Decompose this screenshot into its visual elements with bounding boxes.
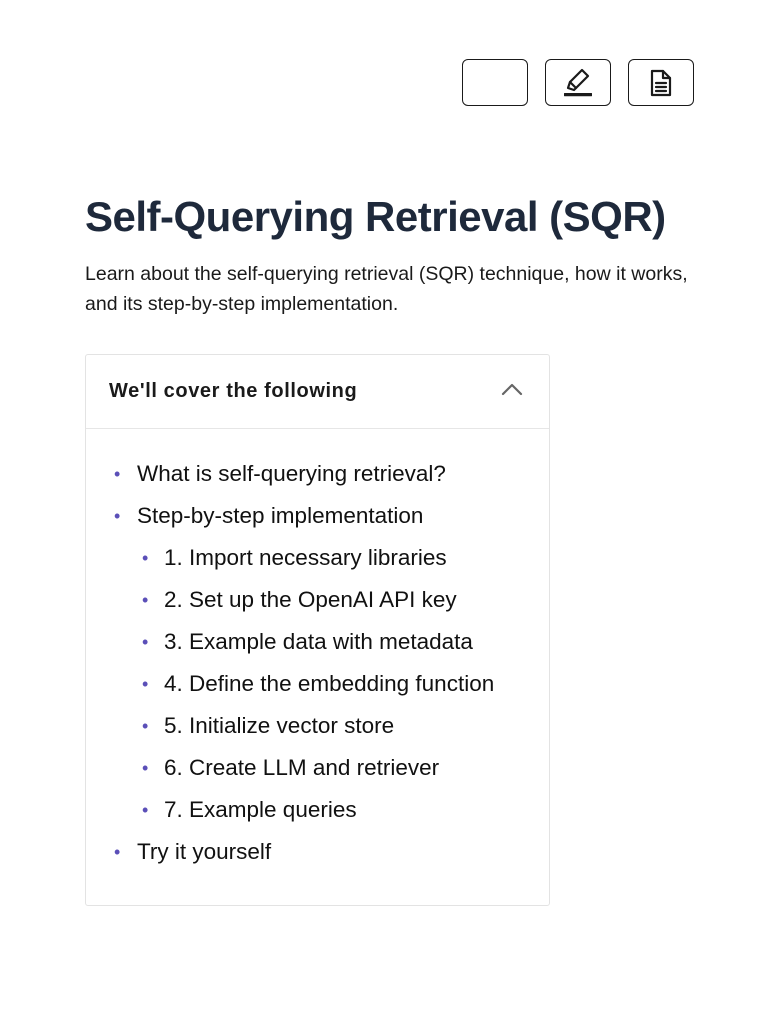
page-title: Self-Querying Retrieval (SQR) (85, 193, 666, 240)
toc-header[interactable]: We'll cover the following (86, 355, 549, 429)
toc-item[interactable]: • 2. Set up the OpenAI API key (86, 579, 549, 621)
bullet-icon: • (114, 464, 121, 484)
bullet-icon: • (142, 758, 149, 778)
toc-item-label: 2. Set up the OpenAI API key (164, 587, 457, 612)
toc-item[interactable]: • 7. Example queries (86, 789, 549, 831)
toc-item[interactable]: • 1. Import necessary libraries (86, 537, 549, 579)
toc-item-label: 1. Import necessary libraries (164, 545, 447, 570)
toc-item-label: Step-by-step implementation (137, 503, 424, 528)
toc-item-label: 4. Define the embedding function (164, 671, 495, 696)
toc-item[interactable]: • Step-by-step implementation (86, 495, 549, 537)
document-icon (648, 68, 674, 98)
bullet-icon: • (142, 590, 149, 610)
toc-list: • What is self-querying retrieval? • Step-b… (86, 429, 549, 873)
toc-item[interactable]: • 4. Define the embedding function (86, 663, 549, 705)
bullet-icon: • (142, 632, 149, 652)
bullet-icon: • (142, 548, 149, 568)
toc-item-label: Try it yourself (137, 839, 272, 864)
toc-item[interactable]: • 5. Initialize vector store (86, 705, 549, 747)
toc-item-label: 3. Example data with metadata (164, 629, 473, 654)
bullet-icon: • (142, 674, 149, 694)
page-description: Learn about the self-querying retrieval … (85, 263, 688, 315)
highlighter-icon (561, 66, 595, 100)
chevron-up-icon[interactable] (501, 382, 523, 401)
toc-item-label: 5. Initialize vector store (164, 713, 395, 738)
blank-button[interactable] (462, 59, 528, 106)
toc-panel: We'll cover the following • What is self-… (85, 354, 550, 906)
highlighter-button[interactable] (545, 59, 611, 106)
bullet-icon: • (114, 842, 121, 862)
toc-item[interactable]: • 6. Create LLM and retriever (86, 747, 549, 789)
toc-item-label: 6. Create LLM and retriever (164, 755, 440, 780)
document-button[interactable] (628, 59, 694, 106)
toc-item[interactable]: • Try it yourself (86, 831, 549, 873)
toc-header-label: We'll cover the following (109, 380, 358, 402)
bullet-icon: • (142, 800, 149, 820)
toolbar (462, 59, 694, 106)
toc-item-label: What is self-querying retrieval? (137, 461, 446, 486)
bullet-icon: • (142, 716, 149, 736)
bullet-icon: • (114, 506, 121, 526)
toc-item[interactable]: • 3. Example data with metadata (86, 621, 549, 663)
toc-item[interactable]: • What is self-querying retrieval? (86, 453, 549, 495)
toc-item-label: 7. Example queries (164, 797, 357, 822)
